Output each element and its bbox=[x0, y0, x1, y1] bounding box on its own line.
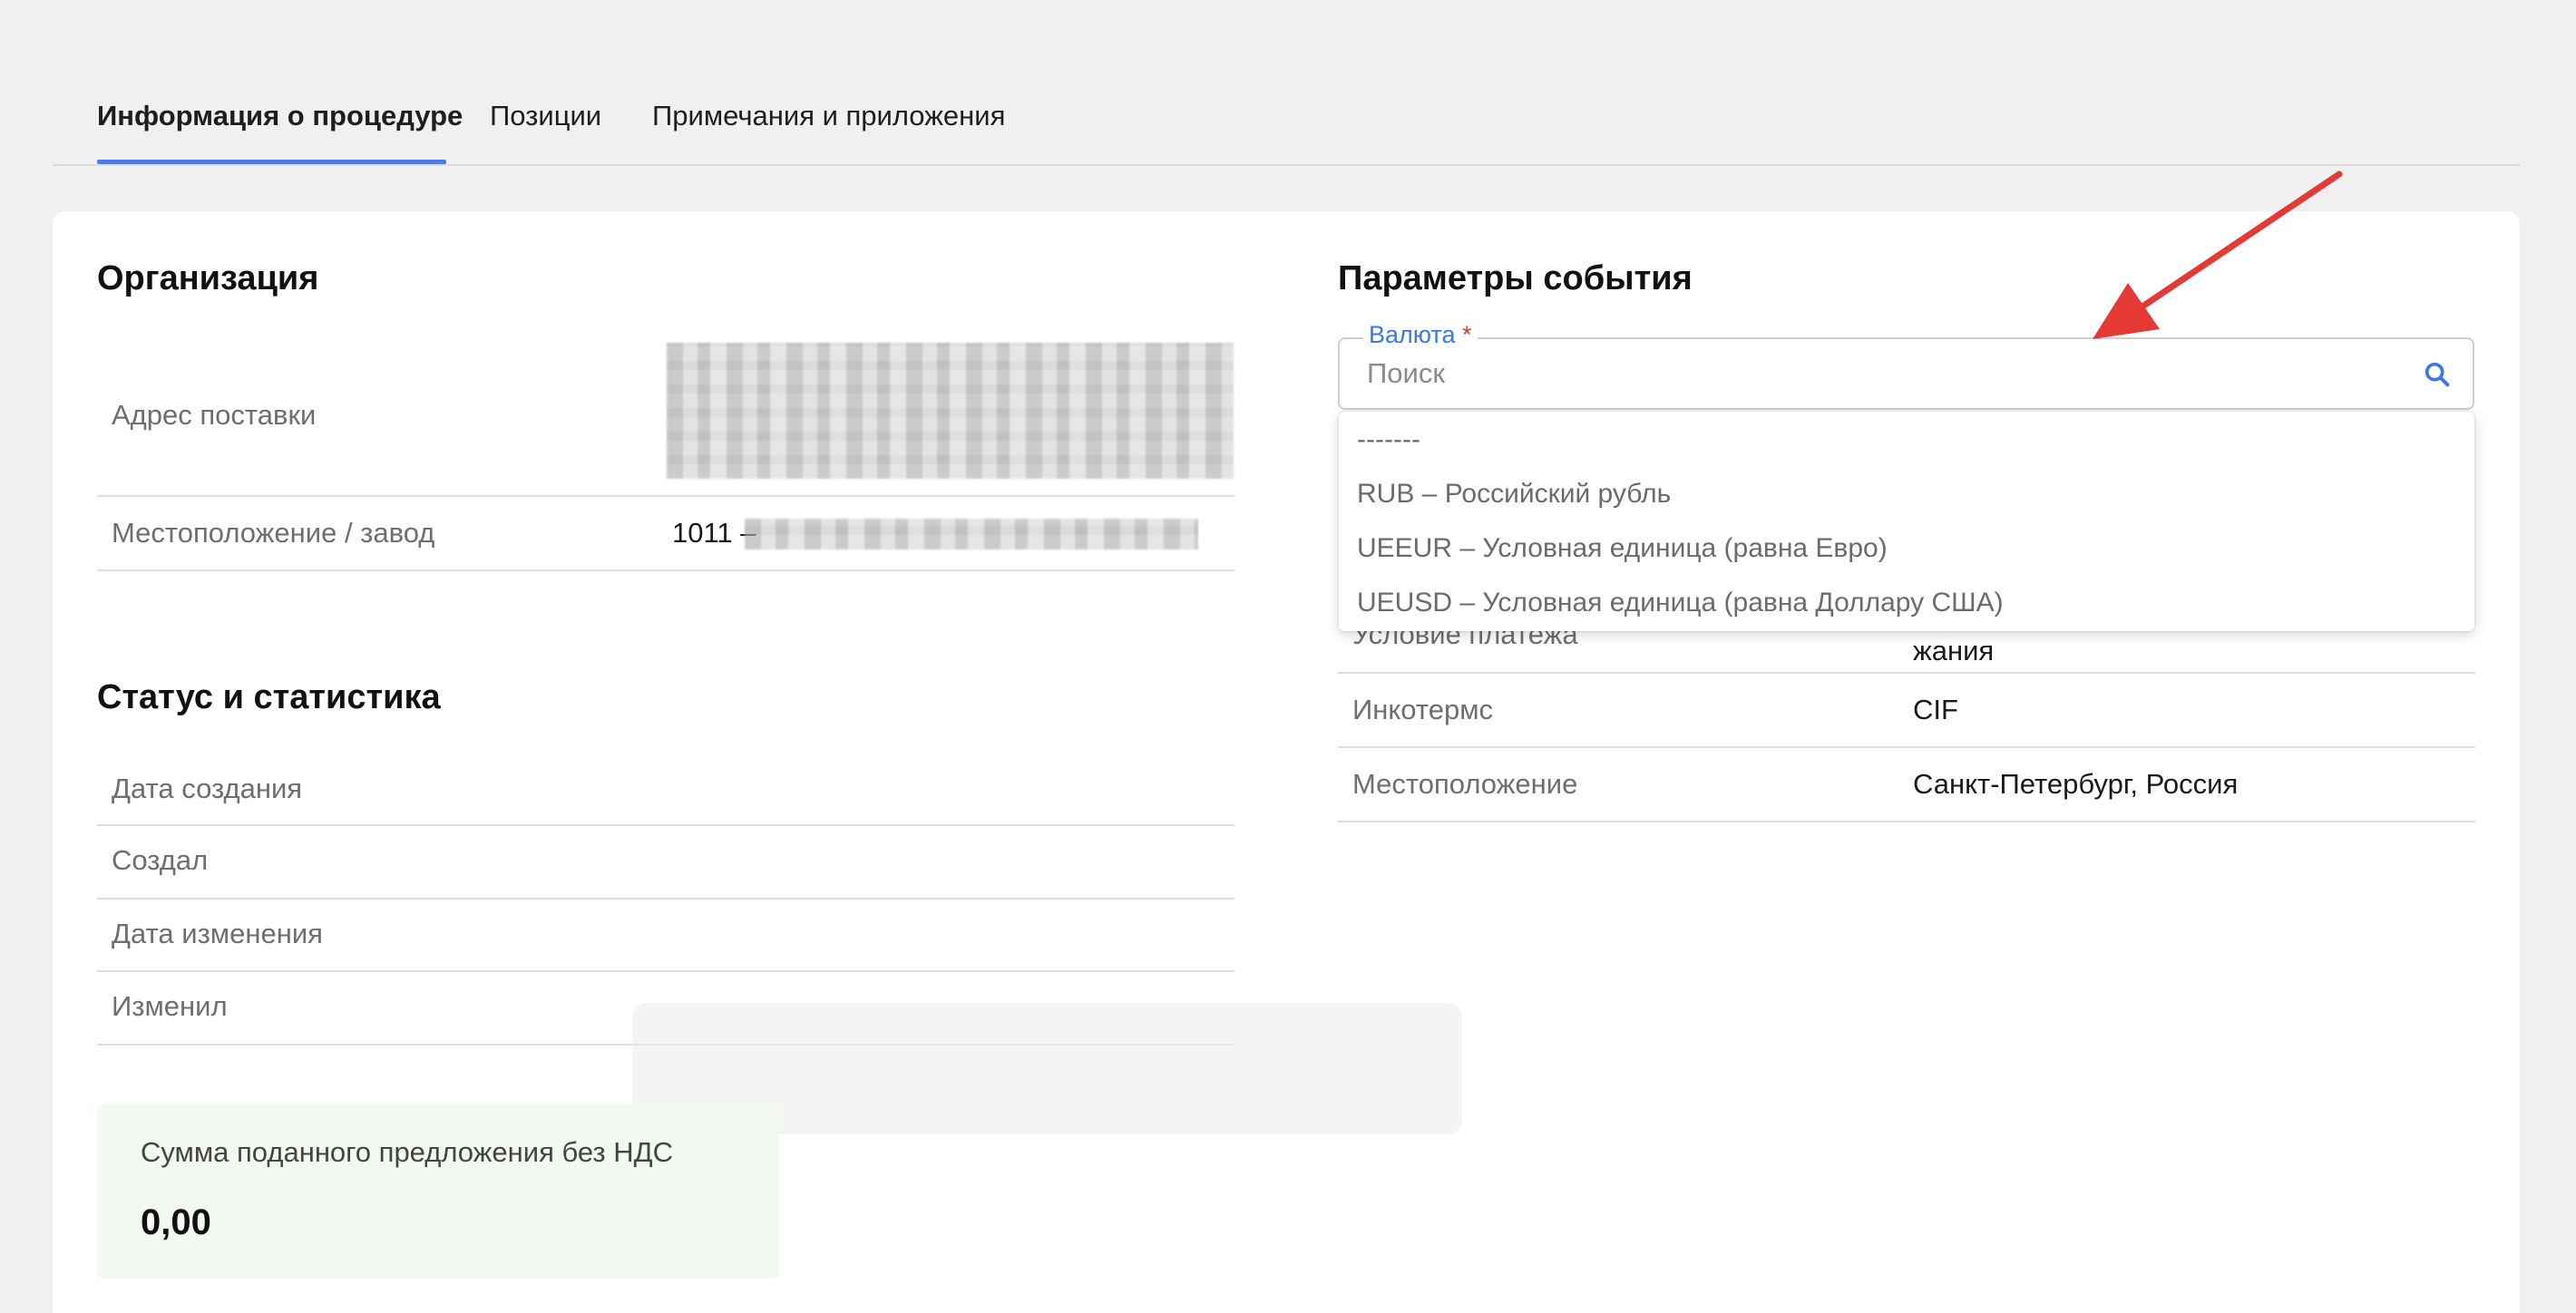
created-date-label: Дата создания bbox=[112, 773, 303, 804]
offer-sum-label: Сумма поданного предложения без НДС bbox=[141, 1136, 674, 1168]
tab-bar: Информация о процедуре Позиции Примечани… bbox=[53, 0, 2520, 166]
modified-date-label: Дата изменения bbox=[112, 918, 323, 949]
currency-field[interactable]: Валюта * bbox=[1338, 321, 2474, 410]
active-tab-indicator bbox=[97, 160, 446, 164]
event-location-label: Местоположение bbox=[1352, 768, 1578, 800]
location-plant-label: Местоположение / завод bbox=[112, 517, 435, 549]
currency-option-empty[interactable]: ------- bbox=[1357, 424, 1420, 455]
delivery-address-redacted bbox=[667, 343, 1234, 479]
organization-title: Организация bbox=[97, 259, 319, 297]
event-params-title: Параметры события bbox=[1338, 259, 1693, 297]
tab-notes-attachments[interactable]: Примечания и приложения bbox=[652, 100, 1005, 132]
location-plant-value: 1011 – bbox=[672, 517, 756, 549]
tab-procedure-info[interactable]: Информация о процедуре bbox=[97, 100, 463, 132]
event-row-incoterms: Инкотермс CIF bbox=[1338, 674, 2475, 748]
currency-field-label: Валюта * bbox=[1363, 321, 1478, 349]
org-row-location-plant: Местоположение / завод 1011 – bbox=[97, 497, 1234, 571]
tab-positions[interactable]: Позиции bbox=[490, 100, 601, 132]
modified-by-label: Изменил bbox=[112, 990, 228, 1022]
currency-label-text: Валюта bbox=[1369, 321, 1456, 348]
required-mark: * bbox=[1462, 321, 1472, 348]
status-title: Статус и статистика bbox=[97, 678, 441, 716]
currency-option-rub[interactable]: RUB – Российский рубль bbox=[1357, 479, 1671, 510]
event-location-value: Санкт-Петербург, Россия bbox=[1913, 768, 2239, 800]
org-row-delivery-address: Адрес поставки bbox=[97, 332, 1234, 497]
payment-terms-value: жания bbox=[1913, 635, 1995, 666]
status-row-created-by: Создал bbox=[97, 826, 1234, 900]
currency-option-ueusd[interactable]: UEUSD – Условная единица (равна Доллару … bbox=[1357, 588, 2004, 618]
currency-option-ueeur[interactable]: UEEUR – Условная единица (равна Евро) bbox=[1357, 533, 1888, 564]
incoterms-value: CIF bbox=[1913, 694, 1958, 725]
status-row-modified-date: Дата изменения bbox=[97, 900, 1234, 972]
currency-dropdown: ------- RUB – Российский рубль UEEUR – У… bbox=[1339, 412, 2474, 631]
incoterms-label: Инкотермс bbox=[1352, 694, 1494, 725]
offer-sum-value: 0,00 bbox=[141, 1202, 211, 1242]
search-icon[interactable] bbox=[2422, 359, 2453, 390]
status-row-created-date: Дата создания bbox=[97, 753, 1234, 826]
location-plant-redacted bbox=[745, 519, 1198, 550]
offer-sum-box: Сумма поданного предложения без НДС 0,00 bbox=[97, 1104, 779, 1279]
event-row-location: Местоположение Санкт-Петербург, Россия bbox=[1338, 748, 2475, 822]
currency-search-input[interactable] bbox=[1367, 355, 2383, 392]
created-by-label: Создал bbox=[112, 844, 209, 876]
delivery-address-label: Адрес поставки bbox=[112, 399, 317, 431]
